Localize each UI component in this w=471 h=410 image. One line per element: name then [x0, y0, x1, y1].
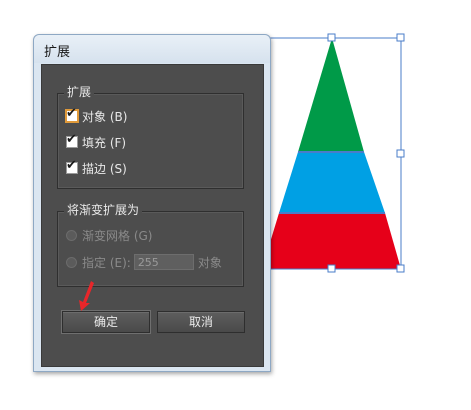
checkmark-icon: ✔: [66, 106, 77, 121]
object-checkbox[interactable]: ✔: [66, 106, 78, 122]
object-checkbox-label: 对象 (B): [82, 109, 128, 124]
fill-checkbox-label: 填充 (F): [82, 135, 127, 150]
red-pointer-arrow-icon: [79, 281, 94, 311]
triangle-middle-blue-section[interactable]: [279, 152, 385, 213]
checkmark-icon: ✔: [66, 158, 77, 173]
triangle-bottom-red-section[interactable]: [262, 213, 401, 269]
fill-checkbox[interactable]: ✔: [66, 132, 78, 148]
checkmark-icon: ✔: [66, 132, 77, 147]
stroke-checkbox-row[interactable]: ✔ 描边 (S): [66, 158, 127, 177]
stroke-checkbox[interactable]: ✔: [66, 158, 78, 174]
triangle-top-green-section[interactable]: [298, 38, 364, 152]
specify-unit-label: 对象: [197, 255, 222, 270]
handle-top-right[interactable]: [396, 33, 405, 42]
gradient-mesh-row: 渐变网格 (G): [66, 226, 152, 244]
handle-middle-right[interactable]: [396, 149, 405, 158]
ok-button[interactable]: 确定: [62, 311, 150, 333]
expand-options-group: 扩展 ✔ 对象 (B) ✔ 填充 (F) ✔ 描边 (S): [57, 84, 244, 189]
cancel-button[interactable]: 取消: [157, 311, 245, 333]
specify-radio: [66, 256, 77, 268]
gradient-expand-group: 将渐变扩展为 渐变网格 (G) 指定 (E): 255 对象: [57, 202, 244, 287]
object-checkbox-row[interactable]: ✔ 对象 (B): [66, 106, 128, 125]
handle-bottom-center[interactable]: [327, 264, 336, 273]
handle-top-center[interactable]: [327, 33, 336, 42]
specify-row: 指定 (E): 255 对象: [66, 253, 222, 271]
layered-triangle[interactable]: [262, 38, 401, 269]
gradient-mesh-label: 渐变网格 (G): [82, 228, 153, 243]
gradient-mesh-radio: [66, 229, 77, 241]
specify-label: 指定 (E):: [82, 255, 131, 270]
gradient-group-title: 将渐变扩展为: [64, 202, 143, 218]
expand-dialog: 扩展 扩展 ✔ 对象 (B) ✔ 填充 (F) ✔ 描边 (S) 将渐变扩展为 …: [33, 34, 271, 372]
specify-objects-input: 255: [133, 254, 194, 270]
dialog-titlebar[interactable]: 扩展: [34, 35, 270, 63]
handle-bottom-right[interactable]: [396, 264, 405, 273]
dialog-body: 扩展 ✔ 对象 (B) ✔ 填充 (F) ✔ 描边 (S) 将渐变扩展为 渐变网…: [41, 64, 264, 367]
dialog-title: 扩展: [44, 45, 71, 60]
expand-group-title: 扩展: [64, 84, 95, 100]
stroke-checkbox-label: 描边 (S): [82, 161, 127, 176]
fill-checkbox-row[interactable]: ✔ 填充 (F): [66, 132, 127, 151]
